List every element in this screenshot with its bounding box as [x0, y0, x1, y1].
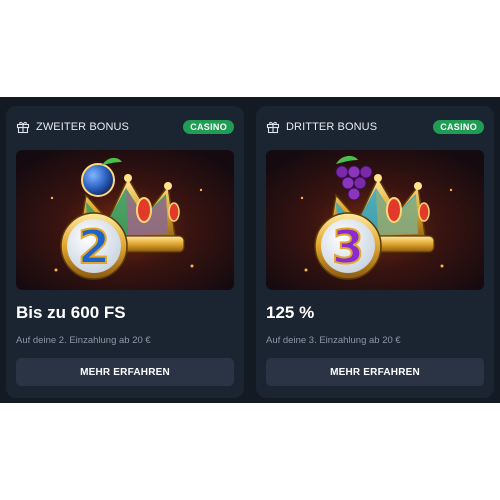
bonus-card-third: DRITTER BONUS CASINO 3 125 % Auf deine 3… — [256, 106, 494, 398]
bonus-artwork: 2 — [16, 150, 234, 290]
category-badge: CASINO — [183, 120, 234, 134]
gift-icon — [266, 121, 280, 134]
card-header: ZWEITER BONUS CASINO — [16, 119, 234, 135]
learn-more-button[interactable]: MEHR ERFAHREN — [16, 358, 234, 386]
bonus-artwork: 3 — [266, 150, 484, 290]
bonus-headline: 125 % — [266, 303, 315, 322]
card-header: DRITTER BONUS CASINO — [266, 119, 484, 135]
bonus-headline: Bis zu 600 FS — [16, 303, 126, 322]
bonus-card-second: ZWEITER BONUS CASINO 2 Bis zu 600 FS Auf… — [6, 106, 244, 398]
category-badge: CASINO — [433, 120, 484, 134]
bonus-number: 3 — [332, 220, 364, 274]
gift-icon — [16, 121, 30, 134]
bonus-condition: Auf deine 2. Einzahlung ab 20 € — [16, 335, 151, 346]
card-title: DRITTER BONUS — [286, 121, 378, 133]
bonus-condition: Auf deine 3. Einzahlung ab 20 € — [266, 335, 401, 346]
bonus-number: 2 — [78, 220, 110, 274]
learn-more-button[interactable]: MEHR ERFAHREN — [266, 358, 484, 386]
card-title: ZWEITER BONUS — [36, 121, 129, 133]
